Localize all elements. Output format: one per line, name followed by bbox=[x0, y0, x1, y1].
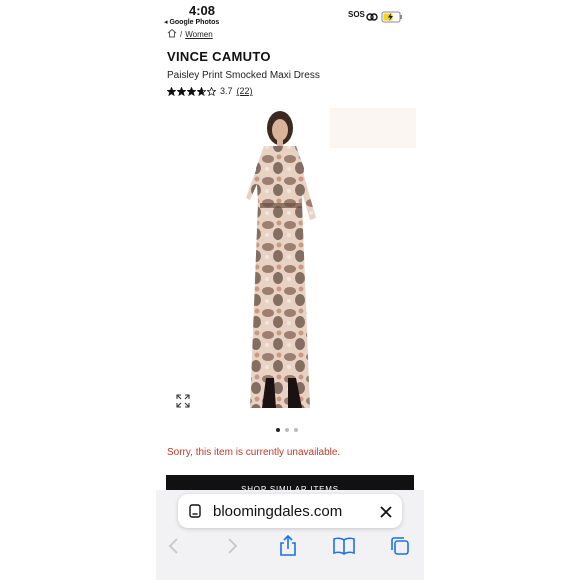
star-icon bbox=[197, 86, 206, 96]
star-icon bbox=[207, 86, 216, 96]
status-bar: 4:08 ◂ Google Photos SOS bbox=[156, 0, 424, 30]
back-icon[interactable] bbox=[162, 534, 186, 558]
star-icon bbox=[177, 86, 186, 96]
breadcrumb-separator: / bbox=[180, 29, 183, 39]
close-icon[interactable] bbox=[380, 505, 392, 523]
link-icon bbox=[366, 13, 378, 21]
forward-icon[interactable] bbox=[220, 534, 244, 558]
bookmarks-icon[interactable] bbox=[332, 534, 356, 558]
breadcrumb: / Women bbox=[167, 28, 213, 40]
product-title: Paisley Print Smocked Maxi Dress bbox=[167, 70, 320, 81]
star-icon bbox=[167, 86, 176, 96]
product-image[interactable] bbox=[240, 108, 416, 413]
star-rating bbox=[167, 86, 216, 96]
carousel-dot[interactable] bbox=[294, 428, 298, 432]
rating-value: 3.7 bbox=[220, 86, 233, 96]
unavailable-message: Sorry, this item is currently unavailabl… bbox=[167, 447, 341, 458]
status-icons bbox=[366, 10, 406, 28]
carousel-dot[interactable] bbox=[285, 428, 289, 432]
phone-screen: 4:08 ◂ Google Photos SOS / Women VINCE C… bbox=[156, 0, 424, 580]
brand-name[interactable]: VINCE CAMUTO bbox=[167, 49, 271, 64]
page-menu-icon[interactable] bbox=[188, 504, 202, 523]
status-time: 4:08 bbox=[189, 3, 216, 18]
breadcrumb-women[interactable]: Women bbox=[185, 30, 212, 39]
star-icon bbox=[187, 86, 196, 96]
share-icon[interactable] bbox=[276, 534, 300, 558]
browser-toolbar: bloomingdales.com bbox=[156, 490, 424, 580]
expand-icon[interactable] bbox=[176, 394, 190, 408]
url-text: bloomingdales.com bbox=[213, 503, 343, 520]
battery-icon bbox=[381, 11, 402, 23]
back-to-app-link[interactable]: ◂ Google Photos bbox=[164, 18, 219, 26]
browser-nav bbox=[156, 534, 424, 560]
address-bar[interactable]: bloomingdales.com bbox=[178, 494, 402, 528]
rating-row: 3.7 (22) bbox=[167, 86, 253, 96]
tabs-icon[interactable] bbox=[388, 534, 412, 558]
carousel-dots bbox=[276, 428, 298, 432]
sos-indicator: SOS bbox=[348, 10, 365, 19]
carousel-dot[interactable] bbox=[276, 428, 280, 432]
home-icon[interactable] bbox=[167, 28, 177, 40]
review-count-link[interactable]: (22) bbox=[237, 86, 253, 96]
